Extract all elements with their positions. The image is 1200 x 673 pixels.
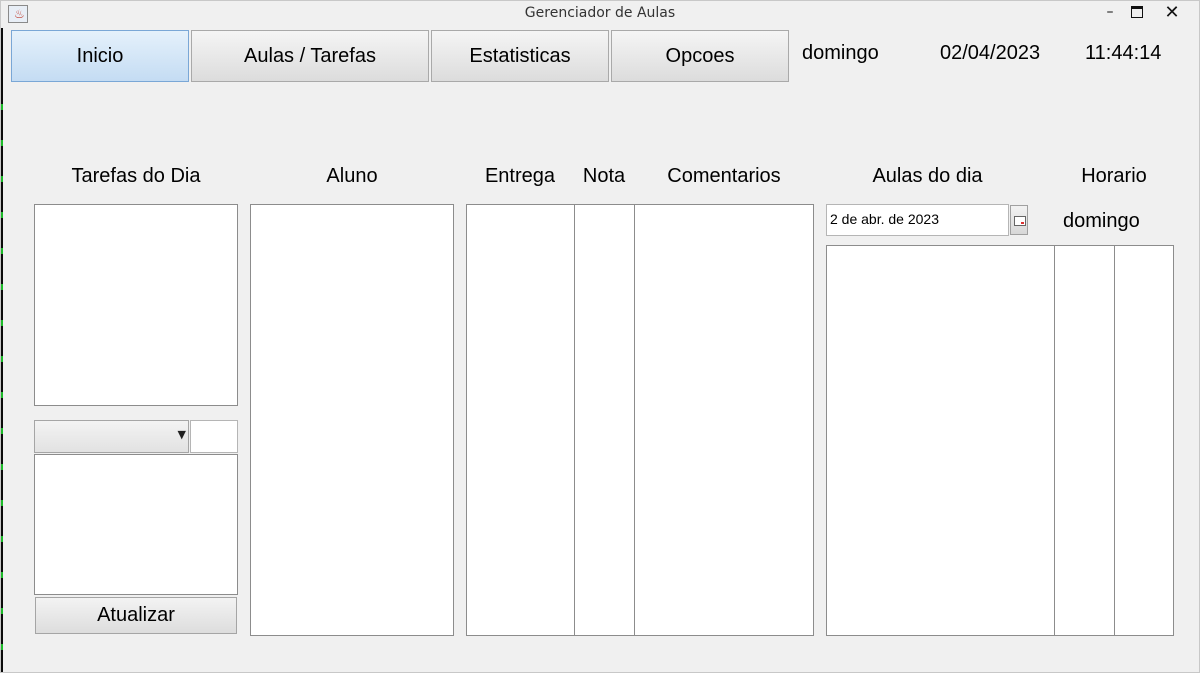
column-header-horario: Horario	[1081, 165, 1147, 187]
date-label: 02/04/2023	[940, 42, 1041, 64]
tab-estatisticas[interactable]: Estatisticas	[431, 30, 609, 82]
date-picker-input[interactable]: 2 de abr. de 2023	[826, 204, 1009, 236]
classes-weekday-label: domingo	[1063, 210, 1140, 232]
chevron-down-icon: ▼	[177, 428, 186, 441]
background-strip	[0, 0, 3, 673]
tasks-panel-title: Tarefas do Dia	[71, 165, 201, 187]
tab-aulas-tarefas[interactable]: Aulas / Tarefas	[191, 30, 429, 82]
maximize-icon	[1131, 6, 1143, 18]
delivery-list[interactable]	[466, 204, 575, 636]
classes-panel-title: Aulas do dia	[872, 165, 983, 187]
calendar-button[interactable]	[1010, 205, 1028, 235]
calendar-icon	[1014, 216, 1026, 226]
tab-inicio[interactable]: Inicio	[11, 30, 189, 82]
column-header-nota: Nota	[582, 165, 626, 187]
close-button[interactable]: ✕	[1150, 0, 1194, 24]
students-list[interactable]	[250, 204, 454, 636]
tasks-list[interactable]	[34, 204, 238, 406]
grade-list[interactable]	[574, 204, 635, 636]
weekday-label: domingo	[802, 42, 879, 64]
schedule-end-list[interactable]	[1114, 245, 1174, 636]
comments-list[interactable]	[634, 204, 814, 636]
task-select[interactable]: ▼	[34, 420, 189, 453]
column-header-entrega: Entrega	[484, 165, 556, 187]
clock-label: 11:44:14	[1085, 42, 1162, 64]
update-button[interactable]: Atualizar	[35, 597, 237, 634]
maximize-button[interactable]	[1124, 0, 1150, 24]
column-header-aluno: Aluno	[326, 165, 378, 187]
task-number-field[interactable]	[190, 420, 238, 453]
schedule-list[interactable]	[1054, 245, 1115, 636]
classes-list[interactable]	[826, 245, 1055, 636]
window-title: Gerenciador de Aulas	[524, 5, 676, 21]
minimize-button[interactable]: –	[1096, 0, 1124, 24]
column-header-comentarios: Comentarios	[667, 165, 781, 187]
tab-opcoes[interactable]: Opcoes	[611, 30, 789, 82]
task-details-area[interactable]	[34, 454, 238, 595]
